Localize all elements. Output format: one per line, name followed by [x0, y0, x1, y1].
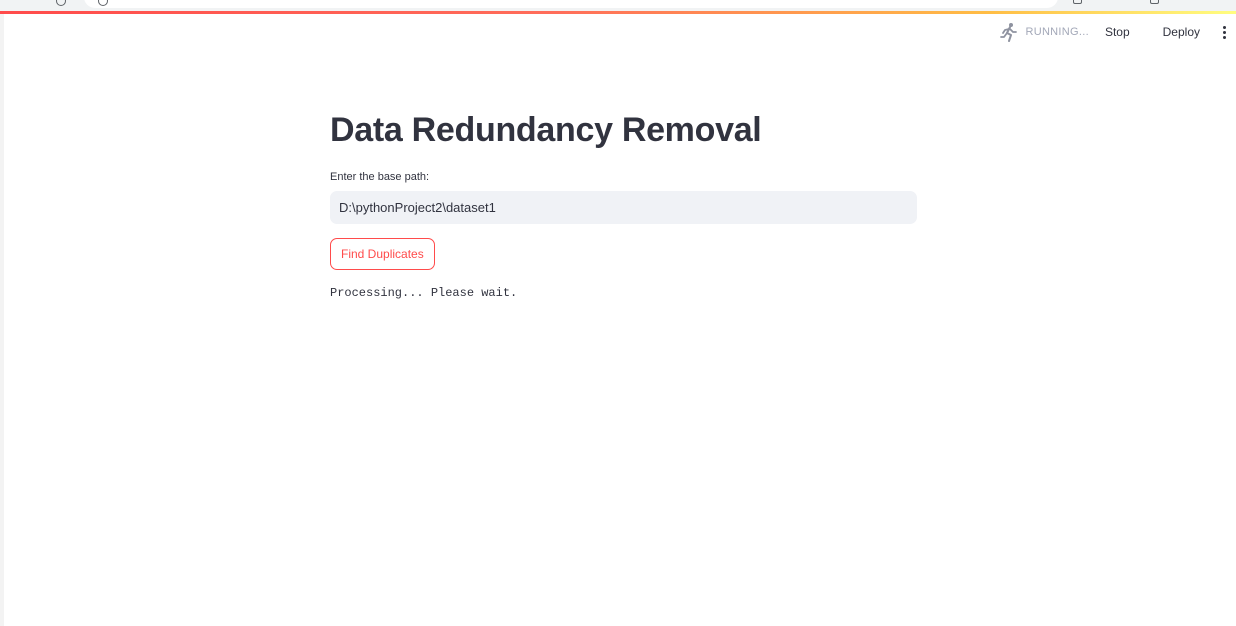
address-bar[interactable] [84, 0, 1058, 8]
base-path-input[interactable] [330, 191, 917, 224]
reload-icon[interactable] [56, 0, 66, 6]
processing-message: Processing... Please wait. [330, 286, 518, 300]
stop-button[interactable]: Stop [1105, 25, 1130, 39]
header-decoration-bar [0, 11, 1236, 14]
split-view-icon[interactable] [1073, 0, 1082, 4]
find-duplicates-button[interactable]: Find Duplicates [330, 238, 435, 270]
deploy-button[interactable]: Deploy [1163, 25, 1200, 39]
vertical-ellipsis-icon[interactable] [1218, 20, 1230, 44]
extension-icon[interactable] [1150, 0, 1159, 4]
running-man-icon [1000, 23, 1018, 42]
browser-chrome [0, 0, 1236, 11]
page-title: Data Redundancy Removal [330, 111, 762, 149]
main-content: Data Redundancy Removal Enter the base p… [330, 108, 917, 300]
window-edge [0, 14, 4, 626]
running-status: RUNNING... [999, 22, 1089, 42]
status-label: RUNNING... [1025, 26, 1089, 38]
base-path-label: Enter the base path: [330, 171, 430, 183]
app-toolbar: RUNNING... Stop Deploy [999, 20, 1236, 44]
